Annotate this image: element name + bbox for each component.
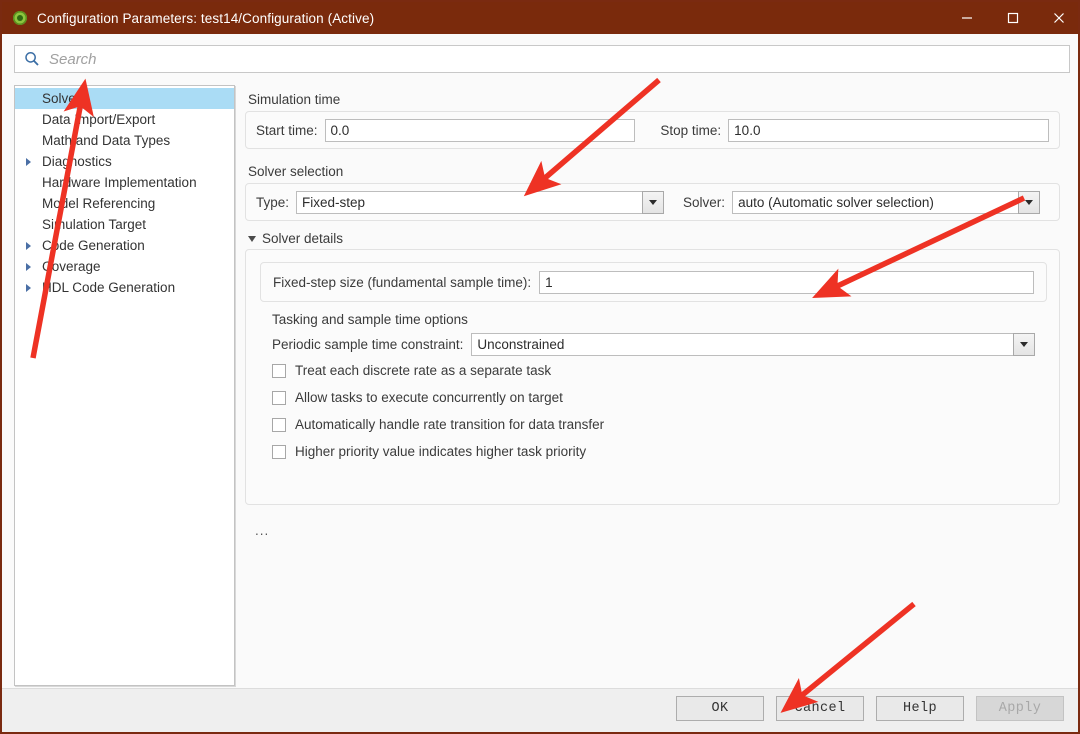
solver-dropdown[interactable]: auto (Automatic solver selection) <box>732 190 1041 214</box>
dialog-footer: OK Cancel Help Apply <box>2 688 1078 732</box>
sidebar-item-diagnostics[interactable]: Diagnostics <box>15 151 234 172</box>
sidebar-item-data-import-export[interactable]: Data Import/Export <box>15 109 234 130</box>
solver-label: Solver: <box>683 194 726 210</box>
sidebar-item-label: Data Import/Export <box>42 112 156 127</box>
sidebar-item-coverage[interactable]: Coverage <box>15 256 234 277</box>
solver-details-disclosure[interactable]: Solver details <box>248 231 1070 246</box>
sidebar-item-hdl-code-generation[interactable]: HDL Code Generation <box>15 277 234 298</box>
configuration-parameters-window: Configuration Parameters: test14/Configu… <box>0 0 1080 734</box>
settings-tree[interactable]: Solver Data Import/Export Math and Data … <box>14 85 235 686</box>
checkbox-label: Automatically handle rate transition for… <box>295 417 605 432</box>
fixed-step-size-label: Fixed-step size (fundamental sample time… <box>273 274 532 290</box>
sidebar-item-math-and-data-types[interactable]: Math and Data Types <box>15 130 234 151</box>
window-title: Configuration Parameters: test14/Configu… <box>37 10 375 26</box>
fixed-step-size-group: Fixed-step size (fundamental sample time… <box>260 262 1047 302</box>
periodic-constraint-dropdown[interactable]: Unconstrained <box>471 332 1035 356</box>
solver-value: auto (Automatic solver selection) <box>732 190 1019 214</box>
checkbox-auto-rate-transition[interactable] <box>272 417 286 432</box>
checkbox-row[interactable]: Automatically handle rate transition for… <box>272 411 1045 438</box>
apply-button: Apply <box>976 696 1064 721</box>
solver-selection-group: Type: Fixed-step Solver: auto (Automatic… <box>245 183 1060 221</box>
footer-button-group: OK Cancel Help Apply <box>676 696 1064 721</box>
periodic-sample-time-row: Periodic sample time constraint: Unconst… <box>272 331 1045 357</box>
solver-selection-heading: Solver selection <box>248 164 344 179</box>
checkbox-allow-tasks-concurrently[interactable] <box>272 390 286 405</box>
tasking-options-group: Periodic sample time constraint: Unconst… <box>260 331 1045 465</box>
more-options-indicator[interactable]: ... <box>255 523 1070 538</box>
minimize-icon[interactable] <box>944 2 990 34</box>
tasking-heading: Tasking and sample time options <box>272 312 468 327</box>
simulation-time-heading: Simulation time <box>248 92 341 107</box>
cancel-button[interactable]: Cancel <box>776 696 864 721</box>
start-time-field[interactable]: 0.0 <box>324 118 636 142</box>
sidebar-item-label: Simulation Target <box>42 217 147 232</box>
chevron-down-icon[interactable] <box>1013 332 1035 356</box>
ok-button[interactable]: OK <box>676 696 764 721</box>
checkbox-label: Allow tasks to execute concurrently on t… <box>295 390 563 405</box>
solver-details-group: Fixed-step size (fundamental sample time… <box>245 249 1060 505</box>
search-placeholder: Search <box>49 50 97 68</box>
title-bar: Configuration Parameters: test14/Configu… <box>2 2 1078 34</box>
simulation-time-group: Start time: 0.0 Stop time: 10.0 <box>245 111 1060 149</box>
start-time-label: Start time: <box>256 122 318 138</box>
checkbox-label: Higher priority value indicates higher t… <box>295 444 587 459</box>
checkbox-higher-priority-value[interactable] <box>272 444 286 459</box>
search-icon <box>23 50 41 68</box>
stop-time-label: Stop time: <box>660 122 722 138</box>
window-controls <box>944 2 1078 34</box>
sidebar-item-code-generation[interactable]: Code Generation <box>15 235 234 256</box>
solver-details-heading: Solver details <box>262 231 344 246</box>
checkbox-row[interactable]: Allow tasks to execute concurrently on t… <box>272 384 1045 411</box>
sidebar-item-label: Coverage <box>42 259 101 274</box>
checkbox-row[interactable]: Treat each discrete rate as a separate t… <box>272 357 1045 384</box>
fixed-step-size-field[interactable]: 1 <box>539 270 1034 294</box>
solver-type-dropdown[interactable]: Fixed-step <box>296 190 665 214</box>
stop-time-field[interactable]: 10.0 <box>728 118 1049 142</box>
checkbox-treat-each-discrete-rate[interactable] <box>272 363 286 378</box>
checkbox-row[interactable]: Higher priority value indicates higher t… <box>272 438 1045 465</box>
sidebar-item-label: Solver <box>42 91 81 106</box>
chevron-right-icon[interactable] <box>21 262 35 271</box>
chevron-right-icon[interactable] <box>21 241 35 250</box>
sidebar-item-label: HDL Code Generation <box>42 280 176 295</box>
chevron-down-icon[interactable] <box>1018 190 1041 214</box>
sidebar-item-label: Hardware Implementation <box>42 175 197 190</box>
periodic-constraint-value: Unconstrained <box>471 332 1013 356</box>
checkbox-label: Treat each discrete rate as a separate t… <box>295 363 552 378</box>
sidebar-item-label: Math and Data Types <box>42 133 171 148</box>
sidebar-item-solver[interactable]: Solver <box>15 88 234 109</box>
chevron-right-icon[interactable] <box>21 283 35 292</box>
sidebar-item-simulation-target[interactable]: Simulation Target <box>15 214 234 235</box>
solver-type-label: Type: <box>256 194 290 210</box>
solver-type-value: Fixed-step <box>296 190 643 214</box>
help-button[interactable]: Help <box>876 696 964 721</box>
simulink-gear-icon <box>12 10 28 26</box>
triangle-down-icon <box>248 235 256 242</box>
sidebar-item-hardware-implementation[interactable]: Hardware Implementation <box>15 172 234 193</box>
sidebar-item-label: Diagnostics <box>42 154 112 169</box>
solver-settings-pane: Simulation time Start time: 0.0 Stop tim… <box>245 85 1070 686</box>
close-icon[interactable] <box>1036 2 1078 34</box>
sidebar-item-label: Model Referencing <box>42 196 156 211</box>
chevron-right-icon[interactable] <box>21 157 35 166</box>
sidebar-item-model-referencing[interactable]: Model Referencing <box>15 193 234 214</box>
search-input[interactable]: Search <box>14 45 1070 73</box>
chevron-down-icon[interactable] <box>642 190 665 214</box>
sidebar-item-label: Code Generation <box>42 238 145 253</box>
maximize-icon[interactable] <box>990 2 1036 34</box>
periodic-constraint-label: Periodic sample time constraint: <box>272 336 464 352</box>
